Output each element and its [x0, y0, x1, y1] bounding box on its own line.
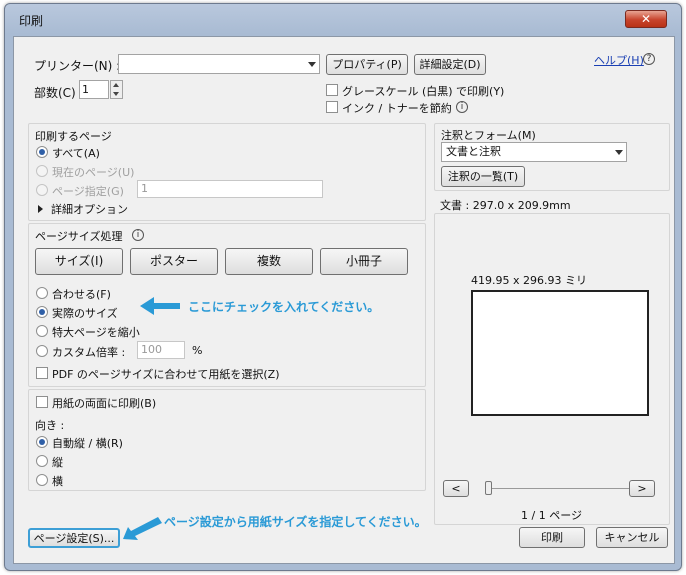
duplex-group: 用紙の両面に印刷(B) 向き : 自動縦 / 横(R) 縦 横	[28, 389, 426, 491]
copies-input[interactable]: 1	[79, 80, 109, 99]
prev-page-button[interactable]: <	[443, 480, 469, 497]
annotations-group: 注釈とフォーム(M) 文書と注釈 注釈の一覧(T)	[434, 123, 670, 191]
copies-stepper[interactable]	[110, 80, 123, 99]
landscape-label: 横	[52, 475, 63, 488]
shrink-label: 特大ページを縮小	[52, 326, 140, 339]
preview-group: 419.95 x 296.93 ミリ < > 1 / 1 ページ	[434, 213, 670, 525]
orientation-title: 向き :	[35, 419, 65, 432]
grayscale-label: グレースケール (白黒) で印刷(Y)	[342, 85, 505, 98]
next-page-button[interactable]: >	[629, 480, 655, 497]
custom-label: カスタム倍率 :	[52, 346, 126, 359]
help-link[interactable]: ヘルプ(H)	[594, 52, 644, 68]
fit-label: 合わせる(F)	[52, 288, 111, 301]
instruction-arrow-icon	[140, 297, 180, 315]
print-button[interactable]: 印刷	[519, 527, 585, 548]
saveink-checkbox[interactable]	[326, 101, 338, 113]
radio-shrink[interactable]	[36, 325, 48, 337]
radio-auto-orientation[interactable]	[36, 436, 48, 448]
window-title: 印刷	[19, 14, 44, 28]
radio-actual[interactable]	[36, 306, 48, 318]
document-size-label: 文書 : 297.0 x 209.9mm	[440, 199, 571, 212]
paper-size-label: 419.95 x 296.93 ミリ	[471, 274, 587, 287]
expand-arrow-icon[interactable]	[38, 205, 43, 213]
percent-label: %	[192, 344, 203, 357]
printer-select[interactable]	[118, 54, 320, 74]
saveink-label: インク / トナーを節約	[342, 102, 452, 115]
info-icon[interactable]: i	[456, 101, 468, 113]
multiple-button[interactable]: 複数	[225, 248, 313, 275]
down-icon[interactable]	[113, 92, 119, 96]
page-setup-note: ページ設定から用紙サイズを指定してください。	[164, 515, 427, 529]
annotations-select[interactable]: 文書と注釈	[441, 142, 627, 162]
page-slider-track[interactable]	[485, 488, 635, 489]
pdf-paper-checkbox[interactable]	[36, 367, 48, 379]
page-slider-thumb[interactable]	[485, 481, 492, 495]
duplex-checkbox[interactable]	[36, 396, 48, 408]
chevron-down-icon	[615, 150, 623, 155]
radio-portrait[interactable]	[36, 455, 48, 467]
custom-scale-input[interactable]: 100	[137, 341, 185, 359]
help-icon[interactable]: ?	[643, 53, 655, 65]
radio-range[interactable]	[36, 184, 48, 196]
radio-all[interactable]	[36, 146, 48, 158]
booklet-button[interactable]: 小冊子	[320, 248, 408, 275]
dialog-client: プリンター(N) : プロパティ(P) 詳細設定(D) ヘルプ(H) ? 部数(…	[13, 36, 675, 564]
poster-button[interactable]: ポスター	[130, 248, 218, 275]
close-button[interactable]: ✕	[625, 10, 667, 28]
size-button[interactable]: サイズ(I)	[35, 248, 123, 275]
actual-size-note: ここにチェックを入れてください。	[188, 300, 380, 314]
page-preview	[471, 290, 649, 416]
cancel-button[interactable]: キャンセル	[596, 527, 668, 548]
sizing-title: ページサイズ処理	[35, 230, 123, 243]
all-label: すべて(A)	[52, 147, 100, 160]
page-count-label: 1 / 1 ページ	[521, 509, 582, 522]
properties-button[interactable]: プロパティ(P)	[326, 54, 408, 75]
portrait-label: 縦	[52, 456, 63, 469]
radio-current[interactable]	[36, 165, 48, 177]
print-dialog: 印刷 ✕ プリンター(N) : プロパティ(P) 詳細設定(D) ヘルプ(H) …	[4, 3, 682, 571]
duplex-label: 用紙の両面に印刷(B)	[52, 397, 157, 410]
actual-label: 実際のサイズ	[52, 307, 118, 320]
pdf-paper-label: PDF のページサイズに合わせて用紙を選択(Z)	[52, 368, 280, 381]
instruction-arrow-icon	[123, 517, 162, 540]
radio-fit[interactable]	[36, 287, 48, 299]
pages-group: 印刷するページ すべて(A) 現在のページ(U) ページ指定(G) 1 詳細オプ…	[28, 123, 426, 221]
annotation-summary-button[interactable]: 注釈の一覧(T)	[441, 166, 525, 187]
up-icon[interactable]	[113, 83, 119, 87]
radio-landscape[interactable]	[36, 474, 48, 486]
range-label: ページ指定(G)	[52, 185, 124, 198]
annotations-title: 注釈とフォーム(M)	[441, 129, 536, 142]
range-input[interactable]: 1	[137, 180, 323, 198]
copies-label: 部数(C) :	[34, 86, 84, 100]
chevron-down-icon	[308, 62, 316, 67]
info-icon[interactable]: i	[132, 229, 144, 241]
printer-label: プリンター(N) :	[34, 59, 121, 73]
radio-custom[interactable]	[36, 345, 48, 357]
more-options-label[interactable]: 詳細オプション	[51, 201, 128, 217]
auto-orientation-label: 自動縦 / 横(R)	[52, 437, 123, 450]
annotations-select-value: 文書と注釈	[446, 145, 501, 158]
current-label: 現在のページ(U)	[52, 166, 135, 179]
grayscale-checkbox[interactable]	[326, 84, 338, 96]
pages-title: 印刷するページ	[35, 130, 112, 143]
page-setup-button[interactable]: ページ設定(S)...	[28, 528, 120, 548]
advanced-button[interactable]: 詳細設定(D)	[414, 54, 486, 75]
